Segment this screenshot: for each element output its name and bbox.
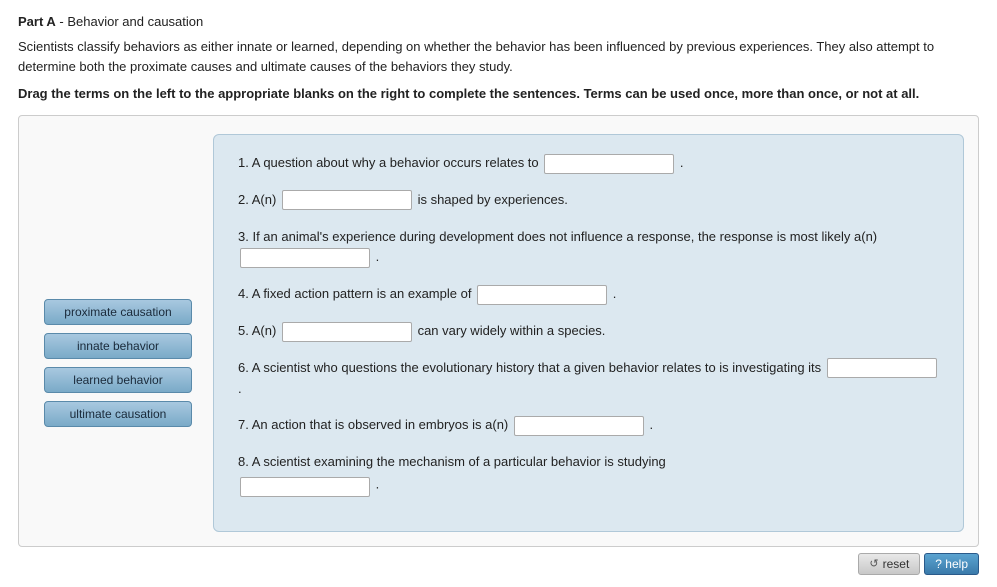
q8-blank[interactable] [240, 477, 370, 497]
q4-num: 4. [238, 286, 249, 301]
reset-icon: ↺ [869, 557, 878, 570]
page-wrapper: Part A - Behavior and causation Scientis… [0, 0, 997, 587]
q7-text-after: . [650, 417, 654, 432]
q2-num: 2. [238, 192, 249, 207]
q4-text-before: A fixed action pattern is an example of [252, 286, 472, 301]
instruction: Drag the terms on the left to the approp… [18, 86, 938, 101]
q5-text-before: A(n) [252, 323, 277, 338]
q1-num: 1. [238, 155, 249, 170]
q7-text-before: An action that is observed in embryos is… [252, 417, 509, 432]
question-4: 4. A fixed action pattern is an example … [238, 284, 939, 305]
q1-text-before: A question about why a behavior occurs r… [252, 155, 539, 170]
questions-panel: 1. A question about why a behavior occur… [213, 134, 964, 532]
q6-blank[interactable] [827, 358, 937, 378]
q3-text-before: If an animal's experience during develop… [252, 229, 877, 244]
q6-text-before: A scientist who questions the evolutiona… [252, 360, 821, 375]
help-label: ? help [935, 557, 968, 571]
term-ultimate-causation[interactable]: ultimate causation [44, 401, 192, 427]
bottom-bar: ↺ reset ? help [18, 547, 979, 577]
q5-blank[interactable] [282, 322, 412, 342]
term-proximate-causation[interactable]: proximate causation [44, 299, 192, 325]
q3-blank[interactable] [240, 248, 370, 268]
q7-num: 7. [238, 417, 249, 432]
question-5: 5. A(n) can vary widely within a species… [238, 321, 939, 342]
q2-blank[interactable] [282, 190, 412, 210]
reset-label: reset [883, 557, 910, 571]
question-1: 1. A question about why a behavior occur… [238, 153, 939, 174]
part-header: Part A - Behavior and causation [18, 14, 979, 29]
q3-text-after: . [376, 249, 380, 264]
q8-text-before: A scientist examining the mechanism of a… [252, 454, 666, 469]
main-area: proximate causation innate behavior lear… [18, 115, 979, 547]
question-7: 7. An action that is observed in embryos… [238, 415, 939, 436]
q1-text-after: . [680, 155, 684, 170]
q1-blank[interactable] [544, 154, 674, 174]
q6-text-after: . [238, 381, 242, 396]
term-learned-behavior[interactable]: learned behavior [44, 367, 192, 393]
terms-panel: proximate causation innate behavior lear… [33, 134, 203, 532]
q4-blank[interactable] [477, 285, 607, 305]
reset-button[interactable]: ↺ reset [858, 553, 920, 575]
term-innate-behavior[interactable]: innate behavior [44, 333, 192, 359]
q2-text-after: is shaped by experiences. [418, 192, 568, 207]
question-3: 3. If an animal's experience during deve… [238, 227, 939, 269]
part-title: Behavior and causation [67, 14, 203, 29]
q5-num: 5. [238, 323, 249, 338]
q5-text-after: can vary widely within a species. [418, 323, 606, 338]
part-label: Part A [18, 14, 56, 29]
question-8: 8. A scientist examining the mechanism o… [238, 452, 939, 497]
q8-text-after: . [376, 476, 380, 491]
question-2: 2. A(n) is shaped by experiences. [238, 190, 939, 211]
description: Scientists classify behaviors as either … [18, 37, 938, 76]
help-button[interactable]: ? help [924, 553, 979, 575]
q8-num: 8. [238, 454, 249, 469]
q2-text-before: A(n) [252, 192, 277, 207]
q7-blank[interactable] [514, 416, 644, 436]
question-6: 6. A scientist who questions the evoluti… [238, 358, 939, 400]
q4-text-after: . [613, 286, 617, 301]
q6-num: 6. [238, 360, 249, 375]
q3-num: 3. [238, 229, 249, 244]
